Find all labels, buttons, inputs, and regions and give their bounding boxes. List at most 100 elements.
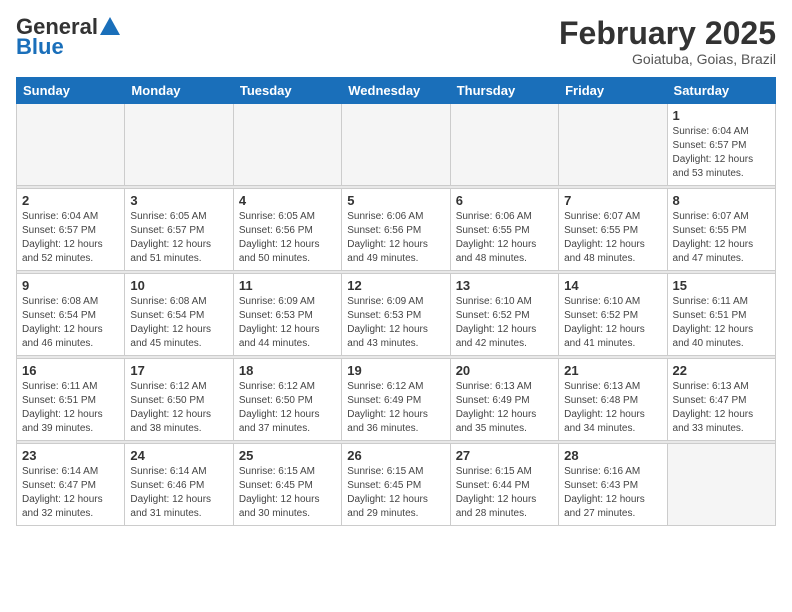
day-number: 15 — [673, 278, 770, 293]
weekday-header-row: SundayMondayTuesdayWednesdayThursdayFrid… — [17, 78, 776, 104]
day-number: 26 — [347, 448, 444, 463]
calendar-cell: 6Sunrise: 6:06 AM Sunset: 6:55 PM Daylig… — [450, 189, 558, 271]
day-info: Sunrise: 6:06 AM Sunset: 6:56 PM Dayligh… — [347, 210, 444, 266]
weekday-header: Sunday — [17, 78, 125, 104]
day-number: 23 — [22, 448, 119, 463]
calendar-cell: 16Sunrise: 6:11 AM Sunset: 6:51 PM Dayli… — [17, 359, 125, 441]
weekday-header: Friday — [559, 78, 667, 104]
day-number: 2 — [22, 193, 119, 208]
day-number: 3 — [130, 193, 227, 208]
day-info: Sunrise: 6:12 AM Sunset: 6:50 PM Dayligh… — [239, 380, 336, 436]
calendar-week-row: 2 Sunrise: 6:04 AM Sunset: 6:57 PM Daylig… — [17, 189, 776, 271]
calendar-cell: 21 Sunrise: 6:13 AM Sunset: 6:48 PM Dayli… — [559, 359, 667, 441]
calendar-cell — [450, 104, 558, 186]
day-number: 8 — [673, 193, 770, 208]
calendar-cell: 4Sunrise: 6:05 AM Sunset: 6:56 PM Daylig… — [233, 189, 341, 271]
day-info: Sunrise: 6:09 AM Sunset: 6:53 PM Dayligh… — [239, 295, 336, 351]
day-number: 24 — [130, 448, 227, 463]
day-info: Sunrise: 6:09 AM Sunset: 6:53 PM Dayligh… — [347, 295, 444, 351]
day-number: 28 — [564, 448, 661, 463]
calendar-week-row: 1 Sunrise: 6:04 AM Sunset: 6:57 PM Daylig… — [17, 104, 776, 186]
calendar-cell: 19 Sunrise: 6:12 AM Sunset: 6:49 PM Dayli… — [342, 359, 450, 441]
calendar-cell: 17 Sunrise: 6:12 AM Sunset: 6:50 PM Dayli… — [125, 359, 233, 441]
calendar-cell: 12Sunrise: 6:09 AM Sunset: 6:53 PM Dayli… — [342, 274, 450, 356]
day-info: Sunrise: 6:10 AM Sunset: 6:52 PM Dayligh… — [456, 295, 553, 351]
calendar-cell: 2 Sunrise: 6:04 AM Sunset: 6:57 PM Daylig… — [17, 189, 125, 271]
day-number: 25 — [239, 448, 336, 463]
day-number: 19 — [347, 363, 444, 378]
day-info: Sunrise: 6:13 AM Sunset: 6:48 PM Dayligh… — [564, 380, 661, 436]
day-number: 7 — [564, 193, 661, 208]
day-number: 22 — [673, 363, 770, 378]
day-info: Sunrise: 6:05 AM Sunset: 6:56 PM Dayligh… — [239, 210, 336, 266]
day-number: 11 — [239, 278, 336, 293]
calendar-cell: 8 Sunrise: 6:07 AM Sunset: 6:55 PM Daylig… — [667, 189, 775, 271]
calendar-cell: 5 Sunrise: 6:06 AM Sunset: 6:56 PM Daylig… — [342, 189, 450, 271]
calendar-cell — [125, 104, 233, 186]
day-info: Sunrise: 6:11 AM Sunset: 6:51 PM Dayligh… — [673, 295, 770, 351]
logo-blue: Blue — [16, 36, 64, 58]
location: Goiatuba, Goias, Brazil — [559, 51, 776, 67]
day-info: Sunrise: 6:14 AM Sunset: 6:46 PM Dayligh… — [130, 465, 227, 521]
day-number: 5 — [347, 193, 444, 208]
day-info: Sunrise: 6:12 AM Sunset: 6:49 PM Dayligh… — [347, 380, 444, 436]
weekday-header: Monday — [125, 78, 233, 104]
day-info: Sunrise: 6:04 AM Sunset: 6:57 PM Dayligh… — [22, 210, 119, 266]
day-info: Sunrise: 6:05 AM Sunset: 6:57 PM Dayligh… — [130, 210, 227, 266]
calendar-cell: 7 Sunrise: 6:07 AM Sunset: 6:55 PM Daylig… — [559, 189, 667, 271]
calendar-cell — [559, 104, 667, 186]
day-info: Sunrise: 6:15 AM Sunset: 6:44 PM Dayligh… — [456, 465, 553, 521]
calendar-cell: 1 Sunrise: 6:04 AM Sunset: 6:57 PM Daylig… — [667, 104, 775, 186]
day-info: Sunrise: 6:11 AM Sunset: 6:51 PM Dayligh… — [22, 380, 119, 436]
day-number: 18 — [239, 363, 336, 378]
weekday-header: Saturday — [667, 78, 775, 104]
logo: General Blue — [16, 16, 120, 58]
weekday-header: Tuesday — [233, 78, 341, 104]
calendar-table: SundayMondayTuesdayWednesdayThursdayFrid… — [16, 77, 776, 526]
calendar-cell — [233, 104, 341, 186]
calendar-cell: 27 Sunrise: 6:15 AM Sunset: 6:44 PM Dayli… — [450, 444, 558, 526]
day-info: Sunrise: 6:16 AM Sunset: 6:43 PM Dayligh… — [564, 465, 661, 521]
day-number: 13 — [456, 278, 553, 293]
title-block: February 2025 Goiatuba, Goias, Brazil — [559, 16, 776, 67]
calendar-cell: 18 Sunrise: 6:12 AM Sunset: 6:50 PM Dayli… — [233, 359, 341, 441]
day-number: 21 — [564, 363, 661, 378]
logo-triangle-icon — [100, 17, 120, 35]
day-info: Sunrise: 6:08 AM Sunset: 6:54 PM Dayligh… — [22, 295, 119, 351]
calendar-cell: 13 Sunrise: 6:10 AM Sunset: 6:52 PM Dayli… — [450, 274, 558, 356]
day-info: Sunrise: 6:14 AM Sunset: 6:47 PM Dayligh… — [22, 465, 119, 521]
day-info: Sunrise: 6:04 AM Sunset: 6:57 PM Dayligh… — [673, 125, 770, 181]
calendar-cell: 9Sunrise: 6:08 AM Sunset: 6:54 PM Daylig… — [17, 274, 125, 356]
calendar-cell: 14Sunrise: 6:10 AM Sunset: 6:52 PM Dayli… — [559, 274, 667, 356]
day-info: Sunrise: 6:10 AM Sunset: 6:52 PM Dayligh… — [564, 295, 661, 351]
day-number: 1 — [673, 108, 770, 123]
calendar-cell: 20 Sunrise: 6:13 AM Sunset: 6:49 PM Dayli… — [450, 359, 558, 441]
calendar-cell: 26 Sunrise: 6:15 AM Sunset: 6:45 PM Dayli… — [342, 444, 450, 526]
calendar-cell: 28 Sunrise: 6:16 AM Sunset: 6:43 PM Dayli… — [559, 444, 667, 526]
calendar-week-row: 23 Sunrise: 6:14 AM Sunset: 6:47 PM Dayli… — [17, 444, 776, 526]
day-info: Sunrise: 6:13 AM Sunset: 6:47 PM Dayligh… — [673, 380, 770, 436]
day-number: 17 — [130, 363, 227, 378]
day-number: 27 — [456, 448, 553, 463]
calendar-cell: 25Sunrise: 6:15 AM Sunset: 6:45 PM Dayli… — [233, 444, 341, 526]
day-info: Sunrise: 6:07 AM Sunset: 6:55 PM Dayligh… — [564, 210, 661, 266]
calendar-cell: 15 Sunrise: 6:11 AM Sunset: 6:51 PM Dayli… — [667, 274, 775, 356]
day-info: Sunrise: 6:07 AM Sunset: 6:55 PM Dayligh… — [673, 210, 770, 266]
month-title: February 2025 — [559, 16, 776, 51]
day-number: 20 — [456, 363, 553, 378]
day-info: Sunrise: 6:13 AM Sunset: 6:49 PM Dayligh… — [456, 380, 553, 436]
calendar-cell: 23 Sunrise: 6:14 AM Sunset: 6:47 PM Dayli… — [17, 444, 125, 526]
day-info: Sunrise: 6:15 AM Sunset: 6:45 PM Dayligh… — [347, 465, 444, 521]
calendar-cell: 22 Sunrise: 6:13 AM Sunset: 6:47 PM Dayli… — [667, 359, 775, 441]
calendar-cell: 3 Sunrise: 6:05 AM Sunset: 6:57 PM Daylig… — [125, 189, 233, 271]
calendar-cell: 24 Sunrise: 6:14 AM Sunset: 6:46 PM Dayli… — [125, 444, 233, 526]
day-number: 10 — [130, 278, 227, 293]
calendar-cell — [17, 104, 125, 186]
calendar-cell — [667, 444, 775, 526]
weekday-header: Wednesday — [342, 78, 450, 104]
calendar-cell: 10Sunrise: 6:08 AM Sunset: 6:54 PM Dayli… — [125, 274, 233, 356]
day-number: 6 — [456, 193, 553, 208]
calendar-week-row: 16Sunrise: 6:11 AM Sunset: 6:51 PM Dayli… — [17, 359, 776, 441]
calendar-cell: 11 Sunrise: 6:09 AM Sunset: 6:53 PM Dayli… — [233, 274, 341, 356]
day-info: Sunrise: 6:12 AM Sunset: 6:50 PM Dayligh… — [130, 380, 227, 436]
